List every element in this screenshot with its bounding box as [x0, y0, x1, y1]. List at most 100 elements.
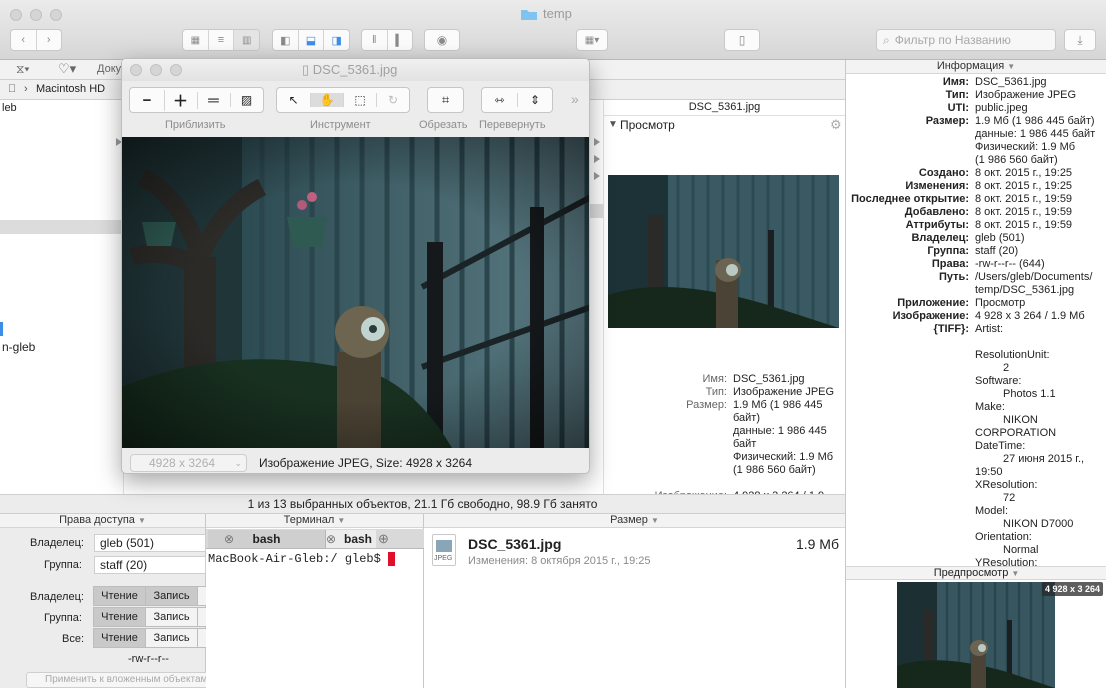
everyone-read-toggle[interactable]: Чтение [93, 628, 146, 648]
info-value[interactable]: 4 928 x 3 264 / 1.9 Мб [975, 310, 1105, 323]
permissions-panel: Права доступа ▼ Владелец: gleb (501) Гру… [0, 514, 216, 688]
info-value[interactable]: 8 окт. 2015 г., 19:59 [975, 206, 1105, 219]
terminal-tabbar: ⊗ bash ⊗ bash ⊕ [206, 529, 424, 549]
size-select-value: 4928 x 3264 [149, 456, 216, 470]
permissions-header[interactable]: Права доступа ▼ [0, 514, 205, 528]
info-value[interactable]: данные: 1 986 445 байт [975, 128, 1105, 141]
forward-button[interactable]: › [37, 30, 62, 50]
column-home: leb n-gleb [0, 100, 124, 494]
info-value[interactable]: 1.9 Мб (1 986 445 байт) [975, 115, 1105, 128]
info-value[interactable]: /Users/gleb/Documents/ [975, 271, 1105, 284]
close-window-button[interactable] [130, 64, 142, 76]
selected-row[interactable] [0, 220, 124, 234]
info-value[interactable]: Физический: 1.9 Мб [975, 141, 1105, 154]
size-header[interactable]: Размер ▼ [424, 514, 845, 528]
pointer-tool-button[interactable]: ↖ [277, 93, 310, 107]
preview-section-header[interactable]: Предпросмотр ▼ [846, 566, 1106, 580]
quick-look-button[interactable]: ◉ [424, 29, 460, 51]
info-key: Владелец: [911, 232, 969, 244]
info-key: Аттрибуты: [905, 219, 969, 231]
info-value[interactable]: 8 окт. 2015 г., 19:59 [975, 219, 1105, 232]
minimize-window-button[interactable] [30, 9, 42, 21]
minimize-window-button[interactable] [150, 64, 162, 76]
everyone-write-toggle[interactable]: Запись [145, 628, 198, 648]
split-vertical-button[interactable]: ▍ [388, 30, 413, 50]
group-field[interactable]: staff (20) [94, 556, 206, 574]
back-button[interactable]: ‹ [11, 30, 37, 50]
documents-shortcut[interactable]: Доку [97, 63, 121, 75]
zoom-in-button[interactable]: ＋ [163, 89, 197, 111]
info-value[interactable]: Просмотр [975, 297, 1105, 310]
info-value[interactable]: gleb (501) [975, 232, 1105, 245]
info-value[interactable]: 8 окт. 2015 г., 19:25 [975, 180, 1105, 193]
overflow-chevron-icon[interactable]: » [571, 91, 579, 107]
arrange-menu-button[interactable]: ▦▾ [576, 29, 608, 51]
zoom-window-button[interactable] [50, 9, 62, 21]
info-value[interactable]: Artist: [975, 323, 1105, 336]
apply-to-enclosed-button[interactable]: Применить к вложенным объектам [26, 672, 216, 688]
zoom-out-button[interactable]: − [131, 92, 164, 109]
zoom-window-button[interactable] [170, 64, 182, 76]
owner-write-toggle[interactable]: Запись [145, 586, 198, 606]
chevron-right-icon: › [46, 34, 51, 46]
terminal-tab-2[interactable]: ⊗ bash [326, 530, 376, 548]
toggle-right-panel-button[interactable]: ◨ [324, 30, 349, 50]
tiff-line: 19:50 [975, 466, 1003, 478]
info-value[interactable]: Изображение JPEG [975, 89, 1105, 102]
disclosure-down-icon[interactable]: ▼ [608, 119, 618, 130]
terminal-tab-1[interactable]: ⊗ bash [208, 530, 326, 548]
icon-view-button[interactable]: ▦ [183, 30, 209, 50]
info-value[interactable]: (1 986 560 байт) [975, 154, 1105, 167]
toggle-left-panel-button[interactable]: ◧ [273, 30, 299, 50]
close-tab-icon[interactable]: ⊗ [224, 530, 234, 548]
toggle-bottom-panel-button[interactable]: ⬓ [299, 30, 325, 50]
terminal-output[interactable]: MacBook-Air-Gleb:/ gleb$ [208, 552, 396, 566]
flip-vertical-button[interactable]: ⇕ [516, 93, 552, 107]
group-write-toggle[interactable]: Запись [145, 607, 198, 627]
search-field[interactable]: ⌕ Фильтр по Названию [876, 29, 1056, 51]
info-value[interactable]: public.jpeg [975, 102, 1105, 115]
flip-horizontal-button[interactable]: ⇿ [482, 93, 517, 107]
crop-button[interactable]: ⌗ [427, 87, 464, 113]
history-icon[interactable]: ⧖▾ [16, 62, 29, 77]
terminal-cursor [388, 552, 396, 566]
apple-icon:  [8, 83, 16, 95]
select-tool-button[interactable]: ⬚ [343, 93, 376, 107]
info-value[interactable]: 8 окт. 2015 г., 19:25 [975, 167, 1105, 180]
heart-icon[interactable]: ♡▾ [58, 61, 76, 77]
breadcrumb-macintosh-hd[interactable]: Macintosh HD [36, 83, 105, 95]
zoom-to-fit-button[interactable]: ▨ [229, 93, 263, 107]
close-window-button[interactable] [10, 9, 22, 21]
window-title-text: temp [543, 6, 572, 21]
hand-tool-button[interactable]: ✋ [310, 93, 343, 107]
info-value[interactable]: temp/DSC_5361.jpg [975, 284, 1105, 297]
rotate-button[interactable]: ↻ [376, 93, 409, 107]
image-thumb-icon [436, 540, 452, 552]
size-select[interactable]: 4928 x 3264 ⌄ [130, 454, 247, 472]
split-horizontal-button[interactable]: ‖ [362, 30, 388, 50]
list-view-button[interactable]: ≡ [209, 30, 235, 50]
terminal-header[interactable]: Терминал ▼ [206, 514, 423, 528]
group-read-toggle[interactable]: Чтение [93, 607, 146, 627]
tiff-line: Make: [975, 401, 1005, 413]
new-document-button[interactable]: ▯ [724, 29, 760, 51]
selected-row[interactable] [590, 204, 604, 218]
actual-size-button[interactable]: ═ [196, 91, 230, 109]
owner-field[interactable]: gleb (501) [94, 534, 206, 552]
list-item-user[interactable]: n-gleb [2, 340, 35, 354]
info-value[interactable]: staff (20) [975, 245, 1105, 258]
document-icon: ▯ [738, 33, 746, 47]
info-value[interactable]: -rw-r--r-- (644) [975, 258, 1105, 271]
photo-canvas[interactable] [122, 137, 589, 448]
info-value[interactable]: DSC_5361.jpg [975, 76, 1105, 89]
preview-info-key: Имя: [702, 373, 727, 385]
gear-icon[interactable]: ⚙ [830, 117, 842, 133]
download-button[interactable]: ⤓ [1064, 29, 1096, 51]
info-header[interactable]: Информация ▼ [846, 60, 1106, 74]
info-value[interactable]: 8 окт. 2015 г., 19:59 [975, 193, 1105, 206]
owner-read-toggle[interactable]: Чтение [93, 586, 146, 606]
close-tab-icon[interactable]: ⊗ [326, 530, 336, 548]
column-view-button[interactable]: ▥ [234, 30, 259, 50]
crop-icon: ⌗ [441, 92, 450, 107]
add-tab-icon[interactable]: ⊕ [378, 531, 389, 547]
